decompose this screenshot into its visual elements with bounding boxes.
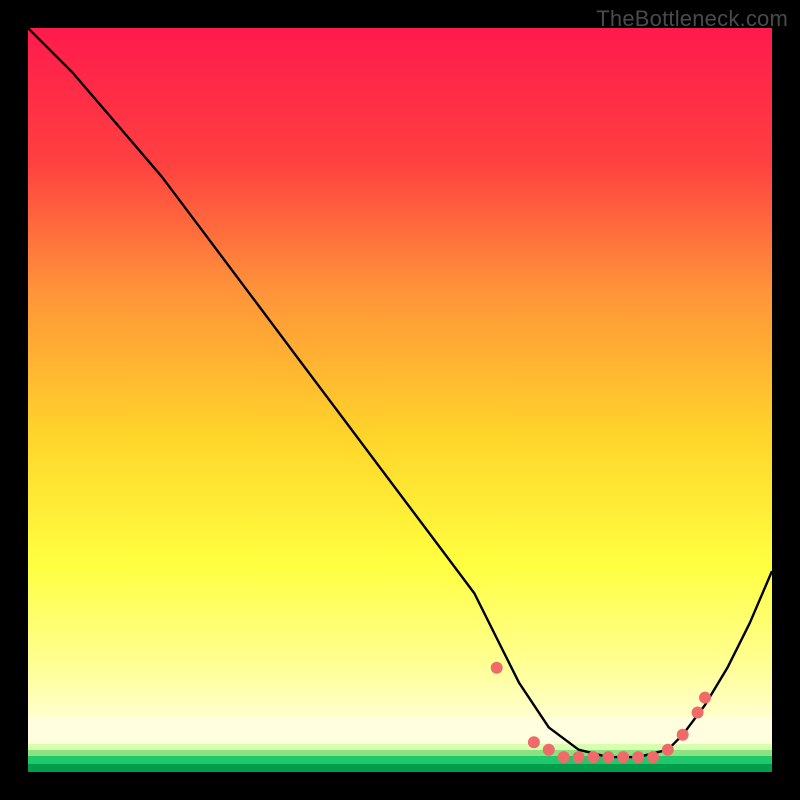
watermark-text: TheBottleneck.com <box>596 6 788 32</box>
marker-dot <box>587 751 599 763</box>
marker-dot <box>617 751 629 763</box>
marker-dot <box>528 736 540 748</box>
chart-svg <box>28 28 772 772</box>
marker-dot <box>491 662 503 674</box>
plot-area <box>28 28 772 772</box>
marker-dot <box>677 729 689 741</box>
band-lightgreen-1 <box>28 744 772 750</box>
marker-dot <box>573 751 585 763</box>
marker-dot <box>699 692 711 704</box>
marker-dot <box>692 707 704 719</box>
chart-container: TheBottleneck.com <box>0 0 800 800</box>
gradient-background <box>28 28 772 772</box>
marker-dot <box>632 751 644 763</box>
marker-dot <box>647 751 659 763</box>
marker-dot <box>662 744 674 756</box>
marker-dot <box>558 751 570 763</box>
band-pale <box>28 718 772 744</box>
marker-dot <box>543 744 555 756</box>
band-darkgreen <box>28 764 772 772</box>
marker-dot <box>602 751 614 763</box>
band-green <box>28 756 772 764</box>
